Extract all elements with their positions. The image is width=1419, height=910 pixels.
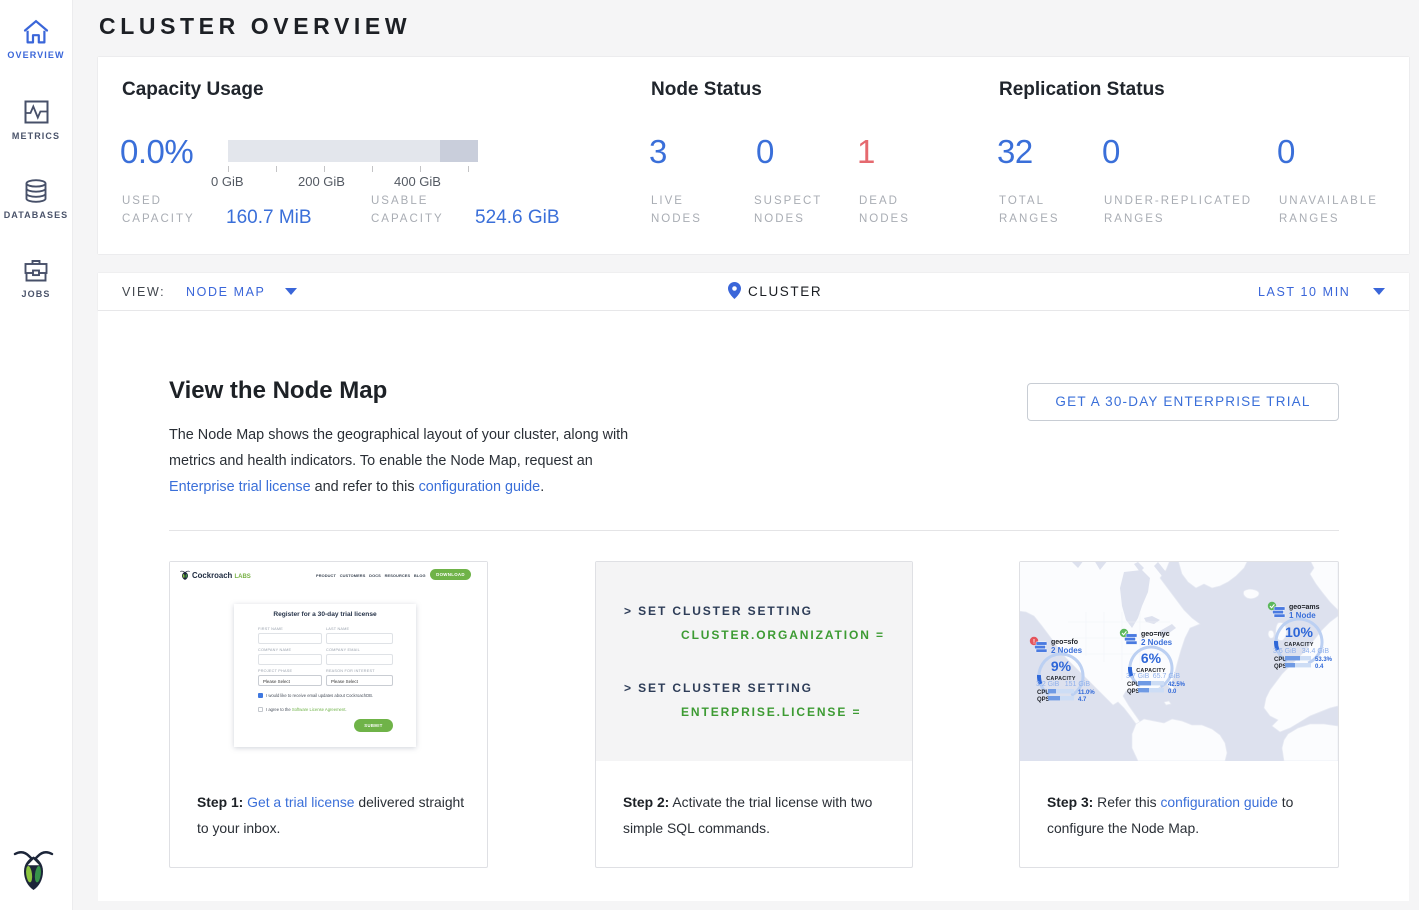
- svg-text:!: !: [1033, 639, 1035, 645]
- svg-text:9%: 9%: [1051, 658, 1072, 674]
- svg-text:0.4: 0.4: [1315, 664, 1324, 670]
- svg-text:4.7: 4.7: [1078, 697, 1087, 703]
- svg-text:34.4 GiB: 34.4 GiB: [1302, 648, 1330, 655]
- svg-text:11.0%: 11.0%: [1078, 690, 1095, 696]
- svg-text:6%: 6%: [1141, 650, 1162, 666]
- svg-text:QPS: QPS: [1127, 689, 1140, 695]
- svg-text:42.5%: 42.5%: [1168, 682, 1186, 688]
- svg-text:geo=sfo: geo=sfo: [1051, 639, 1078, 646]
- svg-text:2 Nodes: 2 Nodes: [1141, 638, 1173, 647]
- svg-text:CPU: CPU: [1127, 682, 1140, 688]
- svg-text:0.0: 0.0: [1168, 689, 1177, 695]
- svg-text:geo=ams: geo=ams: [1289, 604, 1320, 611]
- svg-text:3.7 GiB: 3.7 GiB: [1126, 673, 1150, 680]
- svg-text:65.7 GiB: 65.7 GiB: [1153, 673, 1181, 680]
- svg-text:CPU: CPU: [1274, 657, 1287, 663]
- svg-text:QPS: QPS: [1274, 664, 1287, 670]
- svg-text:151 GiB: 151 GiB: [1065, 681, 1091, 688]
- svg-text:CPU: CPU: [1037, 690, 1050, 696]
- svg-text:53.3%: 53.3%: [1315, 657, 1333, 663]
- svg-text:3.2 GiB: 3.2 GiB: [1036, 681, 1060, 688]
- svg-text:geo=nyc: geo=nyc: [1141, 631, 1170, 638]
- svg-text:3.6 GiB: 3.6 GiB: [1273, 648, 1297, 655]
- svg-text:10%: 10%: [1285, 624, 1314, 640]
- svg-text:QPS: QPS: [1037, 697, 1050, 703]
